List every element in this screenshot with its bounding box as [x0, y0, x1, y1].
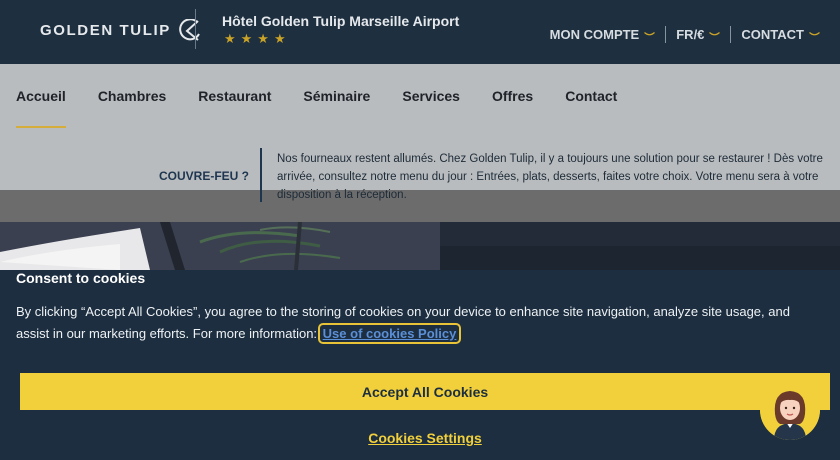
- chevron-down-icon: [644, 32, 656, 36]
- header-divider: [195, 9, 196, 49]
- account-nav: MON COMPTE FR/€ CONTACT: [550, 26, 820, 43]
- nav-item-seminaire[interactable]: Séminaire: [303, 64, 370, 128]
- contact-menu[interactable]: CONTACT: [741, 27, 820, 42]
- chevron-down-icon: [809, 32, 820, 36]
- cookie-description: By clicking “Accept All Cookies”, you ag…: [16, 301, 806, 345]
- cookie-title: Consent to cookies: [16, 270, 146, 286]
- nav-item-accueil[interactable]: Accueil: [16, 64, 66, 128]
- my-account-menu[interactable]: MON COMPTE: [550, 27, 656, 42]
- logo-text: GOLDEN TULIP: [40, 21, 171, 39]
- star-rating: ★★★★: [224, 31, 291, 46]
- notice-divider: [260, 148, 262, 202]
- nav-item-offres[interactable]: Offres: [492, 64, 533, 128]
- nav-list: Accueil Chambres Restaurant Séminaire Se…: [16, 64, 649, 128]
- chat-assistant-avatar-icon: [760, 380, 820, 440]
- nav-divider: [730, 26, 732, 43]
- language-currency-menu[interactable]: FR/€: [676, 27, 721, 42]
- golden-tulip-logo-icon: [179, 19, 200, 41]
- language-currency-label: FR/€: [676, 27, 705, 42]
- hotel-name: Hôtel Golden Tulip Marseille Airport: [222, 13, 460, 29]
- nav-item-restaurant[interactable]: Restaurant: [198, 64, 271, 128]
- cookie-consent-banner: Consent to cookies By clicking “Accept A…: [0, 270, 840, 460]
- chevron-down-icon: [709, 32, 721, 36]
- brand-logo[interactable]: GOLDEN TULIP: [40, 19, 202, 41]
- chat-assistant-button[interactable]: [760, 380, 820, 440]
- main-navigation: Accueil Chambres Restaurant Séminaire Se…: [0, 64, 840, 128]
- notice-text: Nos fourneaux restent allumés. Chez Gold…: [277, 153, 823, 201]
- nav-item-contact[interactable]: Contact: [565, 64, 617, 128]
- palm-tree-image: [0, 222, 440, 270]
- nav-item-chambres[interactable]: Chambres: [98, 64, 166, 128]
- contact-label: CONTACT: [741, 27, 804, 42]
- nav-divider: [665, 26, 667, 43]
- my-account-label: MON COMPTE: [549, 27, 640, 42]
- top-header: GOLDEN TULIP Hôtel Golden Tulip Marseill…: [0, 0, 840, 64]
- cookies-settings-button[interactable]: Cookies Settings: [0, 430, 840, 446]
- hero-right-band: [440, 222, 840, 246]
- nav-item-services[interactable]: Services: [402, 64, 460, 128]
- notice-label: COUVRE-FEU ?: [159, 169, 249, 183]
- accept-all-cookies-button[interactable]: Accept All Cookies: [20, 373, 830, 410]
- cookie-policy-link[interactable]: Use of cookies Policy: [317, 323, 462, 344]
- hero-photo: [0, 222, 440, 270]
